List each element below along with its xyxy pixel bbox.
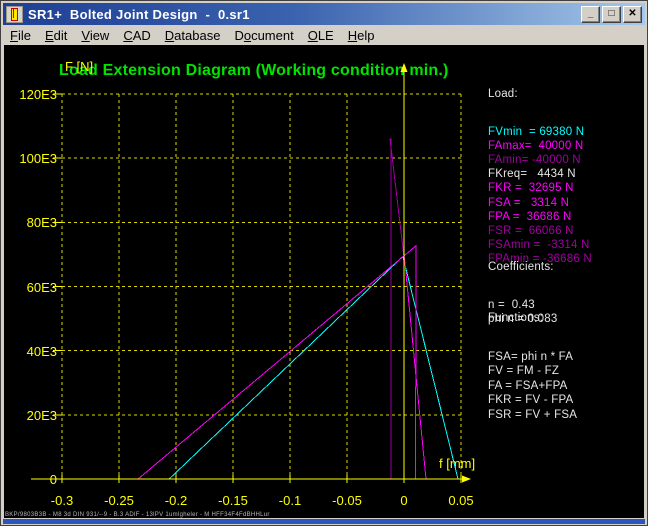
menu-bar: FileEditViewCADDatabaseDocumentOLEHelp xyxy=(3,25,645,45)
x-tick-label: -0.15 xyxy=(207,493,259,508)
functions-header: Functions: xyxy=(488,312,577,327)
load-value-line: FVmin = 69380 N xyxy=(488,126,592,140)
status-text: BKP/9803B3B - M8 3d DIN 931/--9 - B.3 AD… xyxy=(5,512,270,518)
y-tick-label: 0 xyxy=(9,472,57,487)
y-tick-label: 120E3 xyxy=(9,87,57,102)
x-tick-label: -0.1 xyxy=(264,493,316,508)
bolt-icon xyxy=(11,8,18,21)
x-tick-label: -0.25 xyxy=(93,493,145,508)
menu-item-file[interactable]: File xyxy=(3,26,38,45)
x-tick-label: -0.3 xyxy=(36,493,88,508)
app-icon[interactable] xyxy=(6,6,23,23)
window-controls: _ □ ✕ xyxy=(581,6,645,23)
menu-item-help[interactable]: Help xyxy=(341,26,382,45)
title-bar[interactable]: SR1+ Bolted Joint Design - 0.sr1 _ □ ✕ xyxy=(3,3,645,25)
function-line: FSA= phi n * FA xyxy=(488,351,577,366)
y-axis-title: F [N] xyxy=(65,59,93,74)
load-header: Load: xyxy=(488,88,592,102)
load-value-line: FPA = 36686 N xyxy=(488,211,592,225)
minimize-button[interactable]: _ xyxy=(581,6,600,23)
load-value-line: FKreq= 4434 N xyxy=(488,168,592,182)
load-value-line: FAmax= 40000 N xyxy=(488,140,592,154)
load-value-line: FSA = 3314 N xyxy=(488,197,592,211)
menu-item-cad[interactable]: CAD xyxy=(116,26,157,45)
window-title: SR1+ Bolted Joint Design - 0.sr1 xyxy=(28,7,250,22)
y-tick-label: 100E3 xyxy=(9,151,57,166)
x-tick-label: 0 xyxy=(378,493,430,508)
x-tick-label: -0.2 xyxy=(150,493,202,508)
maximize-button[interactable]: □ xyxy=(602,6,621,23)
y-tick-label: 40E3 xyxy=(9,344,57,359)
function-line: FV = FM - FZ xyxy=(488,365,577,380)
coefficients-header: Coefficients: xyxy=(488,261,557,275)
load-value-line: FAmin= -40000 N xyxy=(488,154,592,168)
x-tick-label: -0.05 xyxy=(321,493,373,508)
chart-title: Load Extension Diagram (Working conditio… xyxy=(59,62,449,80)
menu-item-database[interactable]: Database xyxy=(158,26,228,45)
menu-item-document[interactable]: Document xyxy=(227,26,300,45)
x-tick-label: 0.05 xyxy=(435,493,487,508)
bottom-border-strip xyxy=(3,519,645,524)
y-tick-label: 20E3 xyxy=(9,408,57,423)
menu-item-ole[interactable]: OLE xyxy=(301,26,341,45)
menu-item-view[interactable]: View xyxy=(74,26,116,45)
load-value-line: FKR = 32695 N xyxy=(488,182,592,196)
function-line: FA = FSA+FPA xyxy=(488,380,577,395)
y-tick-label: 80E3 xyxy=(9,215,57,230)
function-line: FKR = FV - FPA xyxy=(488,394,577,409)
close-button[interactable]: ✕ xyxy=(623,6,642,23)
functions-panel: Functions: FSA= phi n * FAFV = FM - FZFA… xyxy=(488,288,577,423)
y-tick-label: 60E3 xyxy=(9,280,57,295)
x-axis-title: f [mm] xyxy=(439,456,475,471)
function-line: FSR = FV + FSA xyxy=(488,409,577,424)
menu-item-edit[interactable]: Edit xyxy=(38,26,74,45)
app-window: SR1+ Bolted Joint Design - 0.sr1 _ □ ✕ F… xyxy=(0,0,648,526)
